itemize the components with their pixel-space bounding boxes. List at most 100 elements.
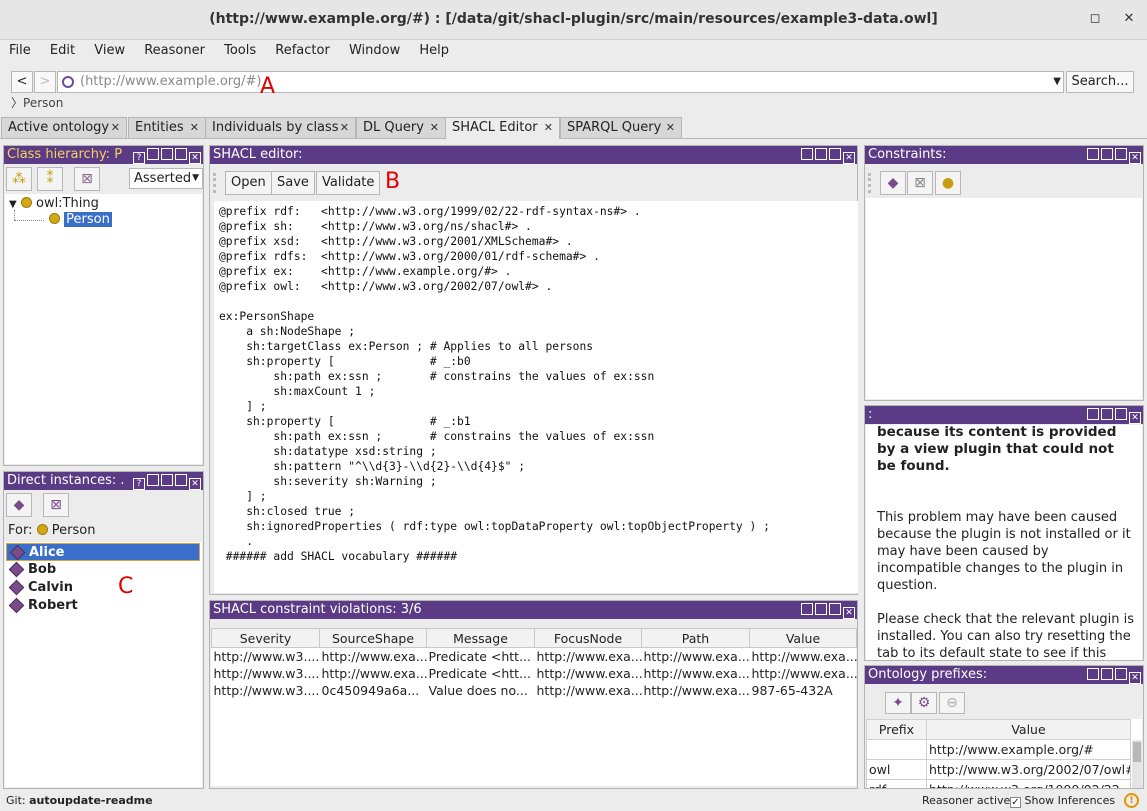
close-icon[interactable]: ✕: [1129, 152, 1141, 164]
panel-controls[interactable]: ? ✕: [131, 474, 201, 490]
menu-refactor[interactable]: Refactor: [275, 40, 330, 58]
tab-active-ontology[interactable]: Active ontology ✕: [1, 117, 127, 138]
close-icon[interactable]: ✕: [843, 152, 855, 164]
checkbox-checked-icon[interactable]: ✓: [1010, 797, 1021, 808]
panel-controls[interactable]: ? ✕: [131, 148, 201, 164]
show-inferences-toggle[interactable]: ✓ Show Inferences: [1010, 791, 1115, 811]
table-row[interactable]: http://www.example.org/#: [866, 739, 1131, 760]
chevron-down-icon[interactable]: ▼: [1053, 76, 1061, 87]
close-icon[interactable]: ✕: [111, 121, 120, 134]
close-icon[interactable]: ✕: [843, 607, 855, 619]
split-icon[interactable]: [147, 148, 159, 160]
validate-button[interactable]: Validate: [316, 171, 381, 195]
edit-constraint-button[interactable]: ●: [935, 171, 961, 195]
maximize-icon[interactable]: [1115, 668, 1127, 680]
menu-edit[interactable]: Edit: [50, 40, 75, 58]
column-header[interactable]: Severity: [211, 628, 320, 648]
back-button[interactable]: <: [11, 71, 33, 93]
list-item-bob[interactable]: Bob: [6, 561, 200, 579]
table-cell[interactable]: owl: [866, 759, 927, 780]
table-row[interactable]: http://www.w3.... 0c450949a6a... Value d…: [212, 682, 857, 699]
table-row[interactable]: http://www.w3.... http://www.exa... Pred…: [212, 648, 857, 665]
minimize-icon[interactable]: [1101, 408, 1113, 420]
help-icon[interactable]: ?: [133, 152, 145, 164]
forward-button[interactable]: >: [34, 71, 56, 93]
table-cell[interactable]: [866, 739, 927, 760]
remove-prefix-button[interactable]: ⊖: [939, 692, 965, 714]
panel-controls[interactable]: ✕: [1085, 148, 1141, 164]
toolbar-grip[interactable]: [868, 173, 876, 193]
menu-tools[interactable]: Tools: [224, 40, 256, 58]
hierarchy-mode-select[interactable]: Asserted ▼: [129, 168, 203, 189]
minimize-icon[interactable]: [815, 603, 827, 615]
tab-shacl-editor[interactable]: SHACL Editor ✕: [445, 117, 560, 139]
table-cell[interactable]: rdf: [866, 779, 927, 788]
generate-prefix-button[interactable]: ⚙: [911, 692, 937, 714]
close-icon[interactable]: ✕: [190, 121, 199, 134]
column-header[interactable]: Prefix: [866, 719, 927, 740]
minimize-icon[interactable]: [161, 148, 173, 160]
table-cell[interactable]: http://www.example.org/#: [926, 739, 1131, 760]
maximize-icon[interactable]: [1115, 148, 1127, 160]
search-button[interactable]: Search...: [1066, 71, 1134, 93]
column-header[interactable]: Message: [426, 628, 535, 648]
list-item-calvin[interactable]: Calvin: [6, 579, 200, 597]
maximize-icon[interactable]: [1115, 408, 1127, 420]
table-cell[interactable]: http://www.w3.org/1999/02/22...: [926, 779, 1131, 788]
close-icon[interactable]: ✕: [1129, 672, 1141, 684]
close-button[interactable]: ✕: [1120, 10, 1138, 28]
list-item-robert[interactable]: Robert: [6, 597, 200, 615]
menu-reasoner[interactable]: Reasoner: [144, 40, 205, 58]
address-combo[interactable]: (http://www.example.org/#) ▼: [57, 71, 1064, 93]
maximize-button[interactable]: ◻: [1086, 10, 1104, 28]
tab-dl-query[interactable]: DL Query ✕: [356, 117, 446, 138]
tree-node-person[interactable]: Person: [49, 212, 112, 227]
table-cell[interactable]: http://www.w3.org/2002/07/owl#: [926, 759, 1131, 780]
close-icon[interactable]: ✕: [430, 121, 439, 134]
toolbar-grip[interactable]: [213, 173, 221, 193]
menu-view[interactable]: View: [94, 40, 125, 58]
tab-sparql-query[interactable]: SPARQL Query ✕: [560, 117, 682, 138]
close-icon[interactable]: ✕: [189, 152, 201, 164]
add-subclass-button[interactable]: ⁂: [6, 167, 32, 191]
close-icon[interactable]: ✕: [189, 478, 201, 490]
minimize-icon[interactable]: [161, 474, 173, 486]
breadcrumb[interactable]: 〉Person: [11, 94, 63, 111]
add-prefix-button[interactable]: ✦: [885, 692, 911, 714]
panel-controls[interactable]: ✕: [1085, 408, 1141, 424]
maximize-icon[interactable]: [175, 148, 187, 160]
close-icon[interactable]: ✕: [666, 121, 675, 134]
warning-icon[interactable]: !: [1124, 793, 1139, 808]
add-sibling-class-button[interactable]: ⁑: [37, 167, 63, 191]
minimize-icon[interactable]: [1101, 148, 1113, 160]
split-icon[interactable]: [1087, 668, 1099, 680]
split-icon[interactable]: [1087, 148, 1099, 160]
shacl-code-editor[interactable]: @prefix rdf: <http://www.w3.org/1999/02/…: [214, 201, 858, 593]
table-row[interactable]: http://www.w3.... http://www.exa... Pred…: [212, 665, 857, 682]
close-icon[interactable]: ✕: [1129, 412, 1141, 424]
menu-help[interactable]: Help: [419, 40, 449, 58]
tab-individuals-by-class[interactable]: Individuals by class ✕: [205, 117, 356, 138]
help-icon[interactable]: ?: [133, 478, 145, 490]
column-header[interactable]: Path: [641, 628, 750, 648]
delete-constraint-button[interactable]: ⊠: [907, 171, 933, 195]
table-row[interactable]: rdf http://www.w3.org/1999/02/22...: [866, 779, 1131, 788]
column-header[interactable]: FocusNode: [534, 628, 642, 648]
expand-icon[interactable]: ▼: [9, 199, 17, 210]
scrollbar[interactable]: [1132, 740, 1142, 788]
delete-class-button[interactable]: ⊠: [74, 167, 100, 191]
maximize-icon[interactable]: [175, 474, 187, 486]
split-icon[interactable]: [801, 148, 813, 160]
tree-node-owl-thing[interactable]: ▼ owl:Thing: [9, 196, 99, 211]
scrollbar-thumb[interactable]: [1133, 742, 1141, 762]
delete-individual-button[interactable]: ⊠: [43, 493, 69, 517]
column-header[interactable]: SourceShape: [319, 628, 427, 648]
column-header[interactable]: Value: [926, 719, 1131, 740]
minimize-icon[interactable]: [815, 148, 827, 160]
tab-entities[interactable]: Entities ✕: [128, 117, 206, 138]
split-icon[interactable]: [147, 474, 159, 486]
table-row[interactable]: owl http://www.w3.org/2002/07/owl#: [866, 759, 1131, 780]
minimize-icon[interactable]: [1101, 668, 1113, 680]
add-constraint-button[interactable]: ◆: [880, 171, 906, 195]
maximize-icon[interactable]: [829, 603, 841, 615]
